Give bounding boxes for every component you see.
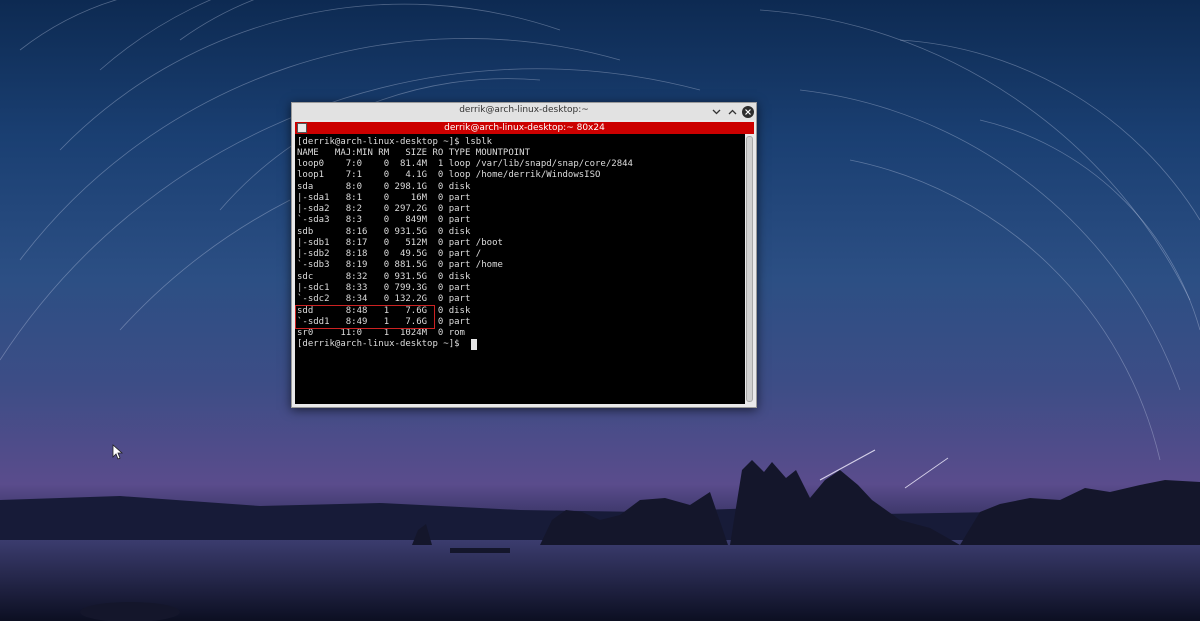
terminal-line: loop0 7:0 0 81.4M 1 loop /var/lib/snapd/… xyxy=(297,159,633,169)
terminal-line: `-sdc2 8:34 0 132.2G 0 part xyxy=(297,294,471,304)
sdd-highlight-box xyxy=(295,305,435,329)
terminal-line: sr0 11:0 1 1024M 0 rom xyxy=(297,328,465,338)
terminal-line: loop1 7:1 0 4.1G 0 loop /home/derrik/Win… xyxy=(297,170,601,180)
terminal-line: |-sda2 8:2 0 297.2G 0 part xyxy=(297,204,471,214)
terminal-line: `-sda3 8:3 0 849M 0 part xyxy=(297,215,471,225)
terminal-tab-bar[interactable]: derrik@arch-linux-desktop:~ 80x24 xyxy=(295,122,754,134)
terminal-output[interactable]: [derrik@arch-linux-desktop ~]$ lsblk NAM… xyxy=(295,134,745,404)
terminal-line: `-sdb3 8:19 0 881.5G 0 part /home xyxy=(297,260,503,270)
scrollbar-thumb[interactable] xyxy=(746,136,753,402)
terminal-prompt: [derrik@arch-linux-desktop ~]$ xyxy=(297,339,465,349)
terminal-line: sdb 8:16 0 931.5G 0 disk xyxy=(297,227,471,237)
mouse-pointer-icon xyxy=(112,444,124,460)
chevron-up-icon xyxy=(728,109,737,114)
close-icon xyxy=(741,105,754,118)
chevron-down-icon xyxy=(712,109,721,114)
window-title: derrik@arch-linux-desktop:~ xyxy=(459,105,589,115)
maximize-button[interactable] xyxy=(726,105,739,118)
terminal-line: |-sdb2 8:18 0 49.5G 0 part / xyxy=(297,249,482,259)
terminal-line: |-sdc1 8:33 0 799.3G 0 part xyxy=(297,283,471,293)
terminal-window[interactable]: derrik@arch-linux-desktop:~ derrik@arch-… xyxy=(291,102,757,408)
tab-title: derrik@arch-linux-desktop:~ 80x24 xyxy=(444,123,605,133)
minimize-button[interactable] xyxy=(710,105,723,118)
window-titlebar[interactable]: derrik@arch-linux-desktop:~ xyxy=(292,103,756,120)
terminal-line: |-sdb1 8:17 0 512M 0 part /boot xyxy=(297,238,503,248)
terminal-line: sdc 8:32 0 931.5G 0 disk xyxy=(297,272,471,282)
terminal-line: |-sda1 8:1 0 16M 0 part xyxy=(297,193,471,203)
terminal-line: NAME MAJ:MIN RM SIZE RO TYPE MOUNTPOINT xyxy=(297,148,530,158)
terminal-line: [derrik@arch-linux-desktop ~]$ lsblk xyxy=(297,137,493,147)
close-button[interactable] xyxy=(741,105,754,118)
text-cursor xyxy=(471,339,477,350)
lake xyxy=(0,540,1200,621)
terminal-line: sda 8:0 0 298.1G 0 disk xyxy=(297,182,471,192)
terminal-scrollbar[interactable] xyxy=(745,134,754,404)
